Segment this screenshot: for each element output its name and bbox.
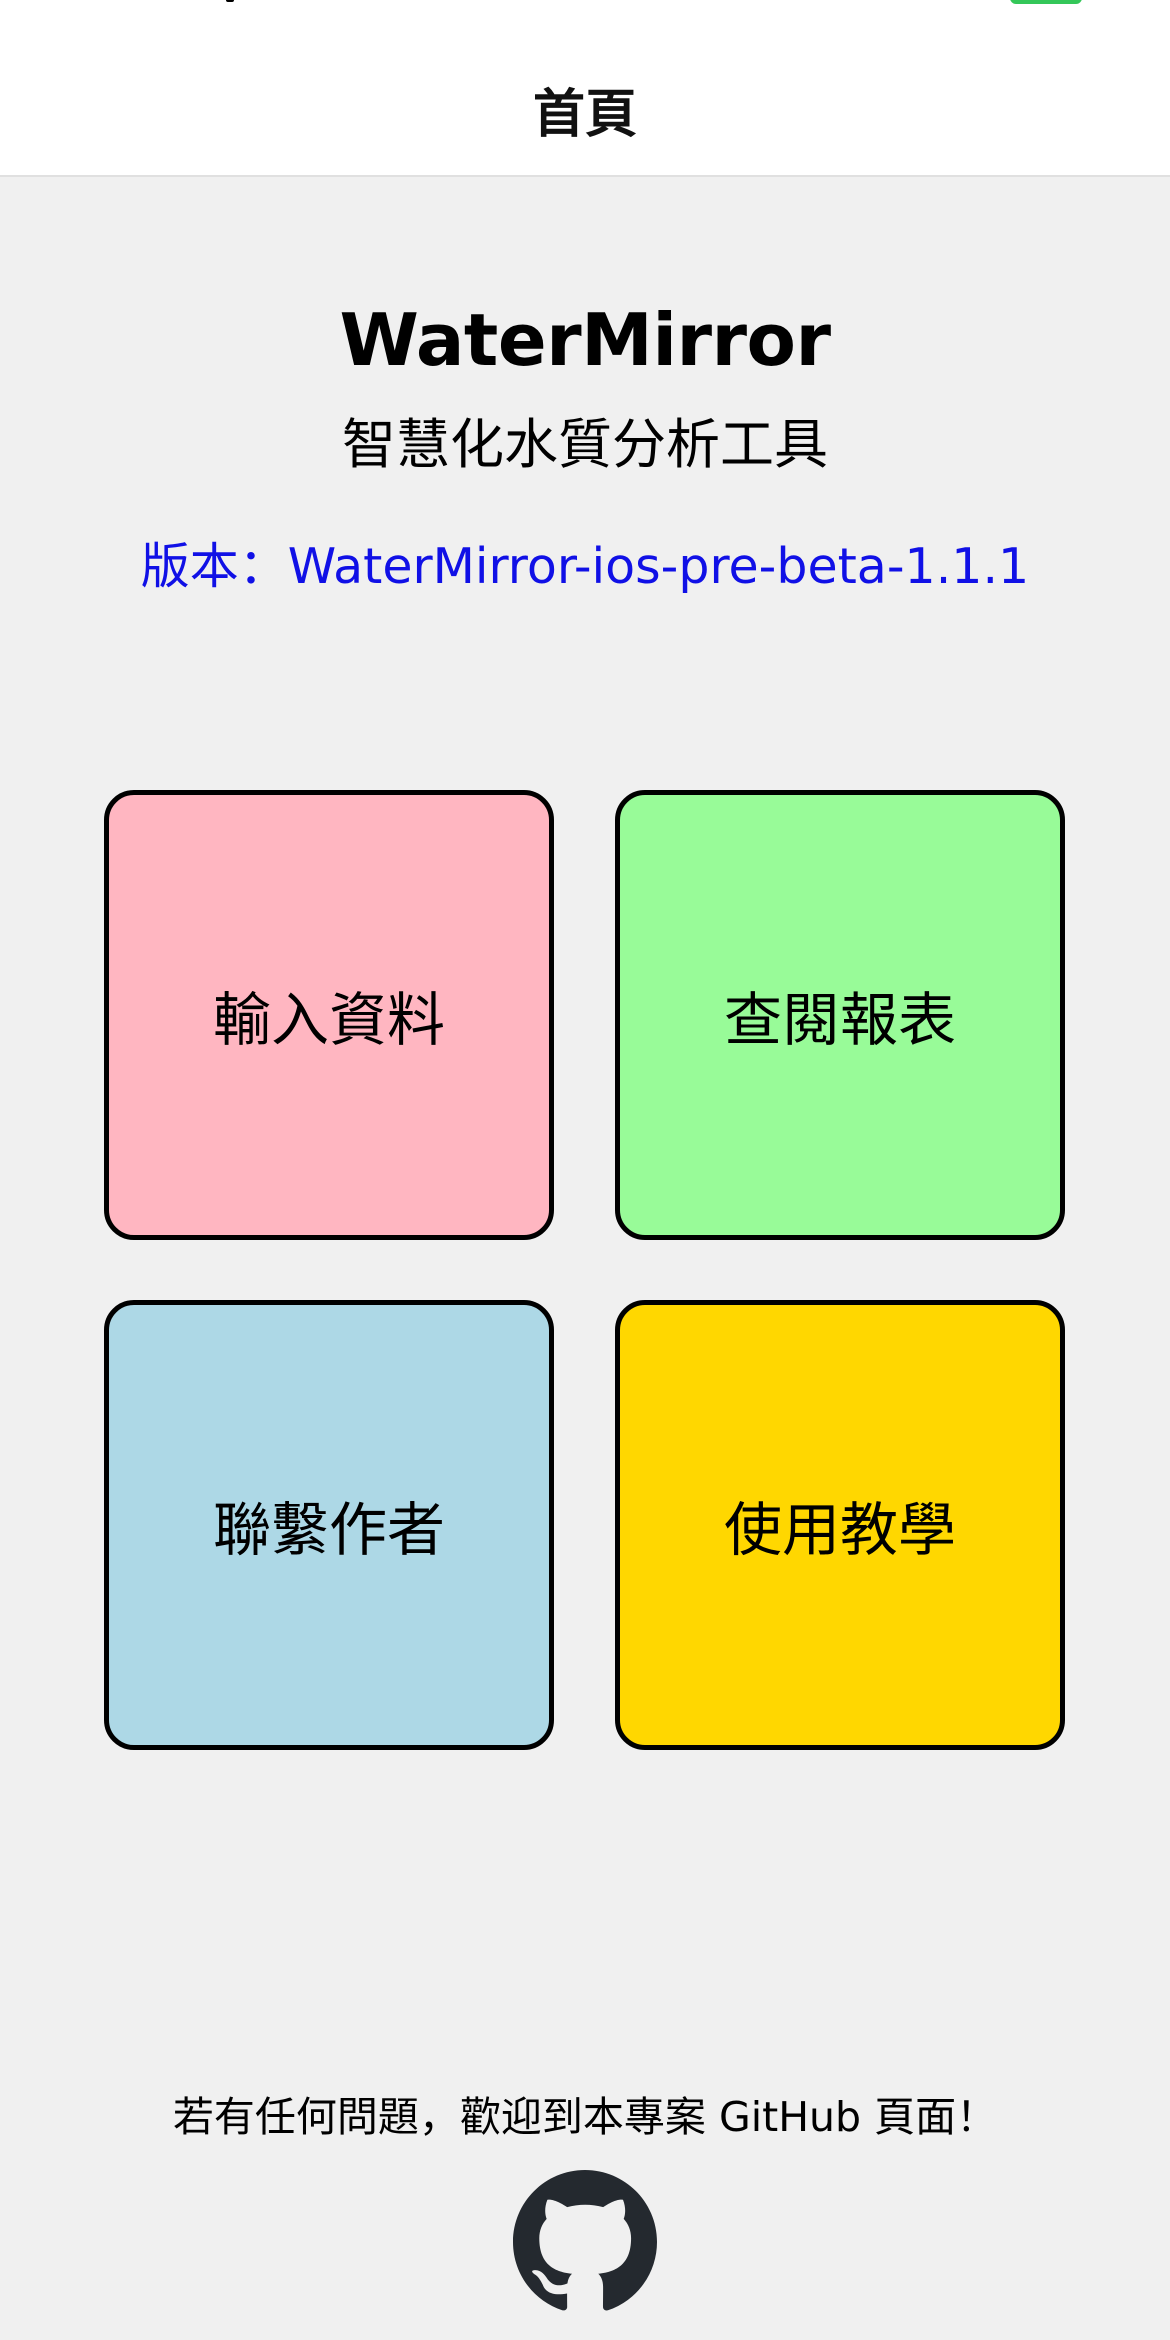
footer-text: 若有任何問題，歡迎到本專案 GitHub 頁面！ bbox=[172, 2093, 998, 2141]
nav-title: 首頁 bbox=[532, 85, 637, 145]
view-report-label: 查閱報表 bbox=[723, 986, 956, 1054]
tutorial-button[interactable]: 使用教學 bbox=[615, 1300, 1065, 1750]
signal-icon bbox=[226, 0, 234, 2]
tutorial-label: 使用教學 bbox=[723, 1496, 956, 1564]
view-report-button[interactable]: 查閱報表 bbox=[615, 790, 1065, 1240]
status-bar bbox=[0, 0, 1170, 42]
github-icon[interactable] bbox=[513, 2170, 657, 2314]
app-title: WaterMirror bbox=[339, 298, 831, 382]
contact-author-label: 聯繫作者 bbox=[212, 1496, 445, 1564]
navigation-bar: 首頁 bbox=[0, 42, 1170, 177]
input-data-button[interactable]: 輸入資料 bbox=[104, 790, 554, 1240]
battery-icon bbox=[1010, 0, 1082, 4]
contact-author-button[interactable]: 聯繫作者 bbox=[104, 1300, 554, 1750]
input-data-label: 輸入資料 bbox=[212, 986, 445, 1054]
app-subtitle: 智慧化水質分析工具 bbox=[342, 413, 828, 476]
version-link[interactable]: 版本：WaterMirror-ios-pre-beta-1.1.1 bbox=[0, 527, 1170, 598]
